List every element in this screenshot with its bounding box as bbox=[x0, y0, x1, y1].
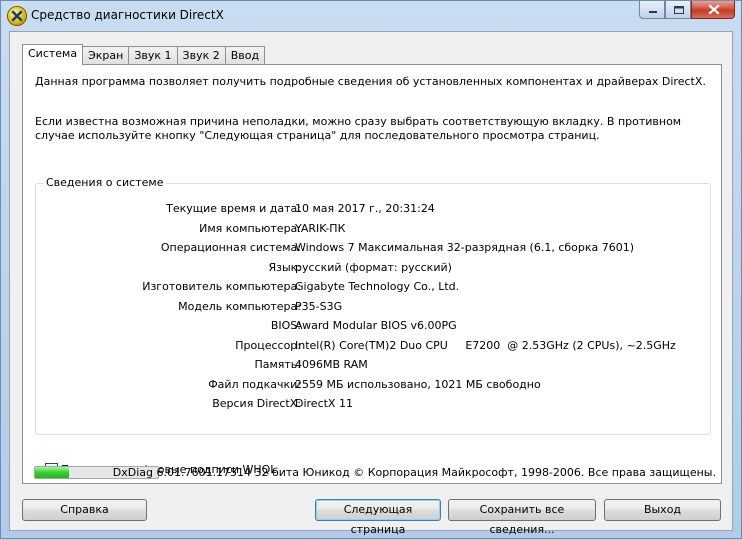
info-value: P35-S3G bbox=[295, 299, 343, 313]
info-row-bios: BIOS: Award Modular BIOS v6.00PG bbox=[36, 317, 710, 337]
info-label: Текущие время и дата: bbox=[166, 202, 301, 215]
info-row-computer-name: Имя компьютера: YARIK-ПК bbox=[36, 220, 710, 240]
info-label: Версия DirectX: bbox=[212, 397, 301, 410]
info-value: Intel(R) Core(TM)2 Duo CPU E7200 @ 2.53G… bbox=[295, 338, 676, 352]
info-row-pagefile: Файл подкачки: 2559 МБ использовано, 102… bbox=[36, 376, 710, 396]
help-button[interactable]: Справка bbox=[22, 499, 147, 521]
info-row-manufacturer: Изготовитель компьютера: Gigabyte Techno… bbox=[36, 278, 710, 298]
title-bar[interactable]: Средство диагностики DirectX bbox=[1, 1, 741, 31]
progress-bar-fill bbox=[35, 467, 70, 478]
system-info-rows: Текущие время и дата: 10 мая 2017 г., 20… bbox=[36, 200, 710, 415]
tab-input[interactable]: Ввод bbox=[224, 46, 266, 64]
close-icon bbox=[708, 4, 720, 15]
info-label: Процессор: bbox=[235, 338, 301, 352]
caption-buttons bbox=[639, 1, 735, 21]
info-row-processor: Процессор: Intel(R) Core(TM)2 Duo CPU E7… bbox=[36, 337, 710, 357]
tab-system[interactable]: Система bbox=[22, 44, 84, 65]
info-value: русский (формат: русский) bbox=[295, 260, 452, 274]
system-info-title: Сведения о системе bbox=[43, 176, 167, 189]
info-value: YARIK-ПК bbox=[295, 221, 346, 235]
tab-display[interactable]: Экран bbox=[82, 46, 130, 64]
intro-text: Данная программа позволяет получить подр… bbox=[35, 75, 706, 88]
close-button[interactable] bbox=[691, 1, 735, 19]
dialog-client: Система Экран Звук 1 Звук 2 Ввод Данная … bbox=[9, 31, 733, 536]
intro-hint-text: Если известна возможная причина неполадк… bbox=[35, 115, 682, 142]
info-value: 10 мая 2017 г., 20:31:24 bbox=[295, 202, 435, 215]
info-label: Модель компьютера: bbox=[178, 299, 301, 313]
info-value: 4096MB RAM bbox=[295, 358, 368, 371]
info-value: DirectX 11 bbox=[295, 397, 353, 410]
tab-sound-1[interactable]: Звук 1 bbox=[128, 46, 178, 64]
tab-sound-2[interactable]: Звук 2 bbox=[176, 46, 226, 64]
info-row-memory: Память: 4096MB RAM bbox=[36, 356, 710, 376]
directx-icon bbox=[8, 7, 26, 25]
info-label: Файл подкачки: bbox=[208, 377, 301, 391]
system-tab-panel: Данная программа позволяет получить подр… bbox=[22, 64, 722, 484]
info-label: Изготовитель компьютера: bbox=[142, 280, 301, 293]
info-label: Имя компьютера: bbox=[199, 221, 301, 235]
tab-strip: Система Экран Звук 1 Звук 2 Ввод bbox=[22, 44, 266, 65]
info-value: Gigabyte Technology Co., Ltd. bbox=[295, 280, 460, 293]
next-page-button[interactable]: Следующая страница bbox=[315, 499, 441, 536]
info-row-language: Язык: русский (формат: русский) bbox=[36, 259, 710, 279]
info-row-model: Модель компьютера: P35-S3G bbox=[36, 298, 710, 318]
system-info-group: Сведения о системе Текущие время и дата:… bbox=[35, 176, 711, 435]
dxdiag-window: Средство диагностики DirectX Система Экр… bbox=[0, 0, 742, 539]
save-all-info-button[interactable]: Сохранить все сведения... bbox=[448, 499, 596, 536]
info-value: Award Modular BIOS v6.00PG bbox=[295, 319, 457, 332]
minimize-button[interactable] bbox=[639, 1, 665, 19]
version-copyright-text: DxDiag 6.01.7601.17514 32 бита Юникод © … bbox=[112, 466, 716, 479]
info-value: Windows 7 Максимальная 32-разрядная (6.1… bbox=[295, 241, 635, 254]
info-label: Операционная система: bbox=[160, 241, 301, 254]
maximize-button[interactable] bbox=[665, 1, 691, 19]
info-value: 2559 МБ использовано, 1021 МБ свободно bbox=[295, 377, 541, 391]
info-row-directx-version: Версия DirectX: DirectX 11 bbox=[36, 395, 710, 415]
minimize-icon bbox=[649, 11, 657, 13]
maximize-icon bbox=[674, 6, 684, 14]
info-row-os: Операционная система: Windows 7 Максимал… bbox=[36, 239, 710, 259]
exit-button[interactable]: Выход bbox=[604, 499, 721, 521]
window-title: Средство диагностики DirectX bbox=[31, 8, 224, 22]
info-row-datetime: Текущие время и дата: 10 мая 2017 г., 20… bbox=[36, 200, 710, 220]
